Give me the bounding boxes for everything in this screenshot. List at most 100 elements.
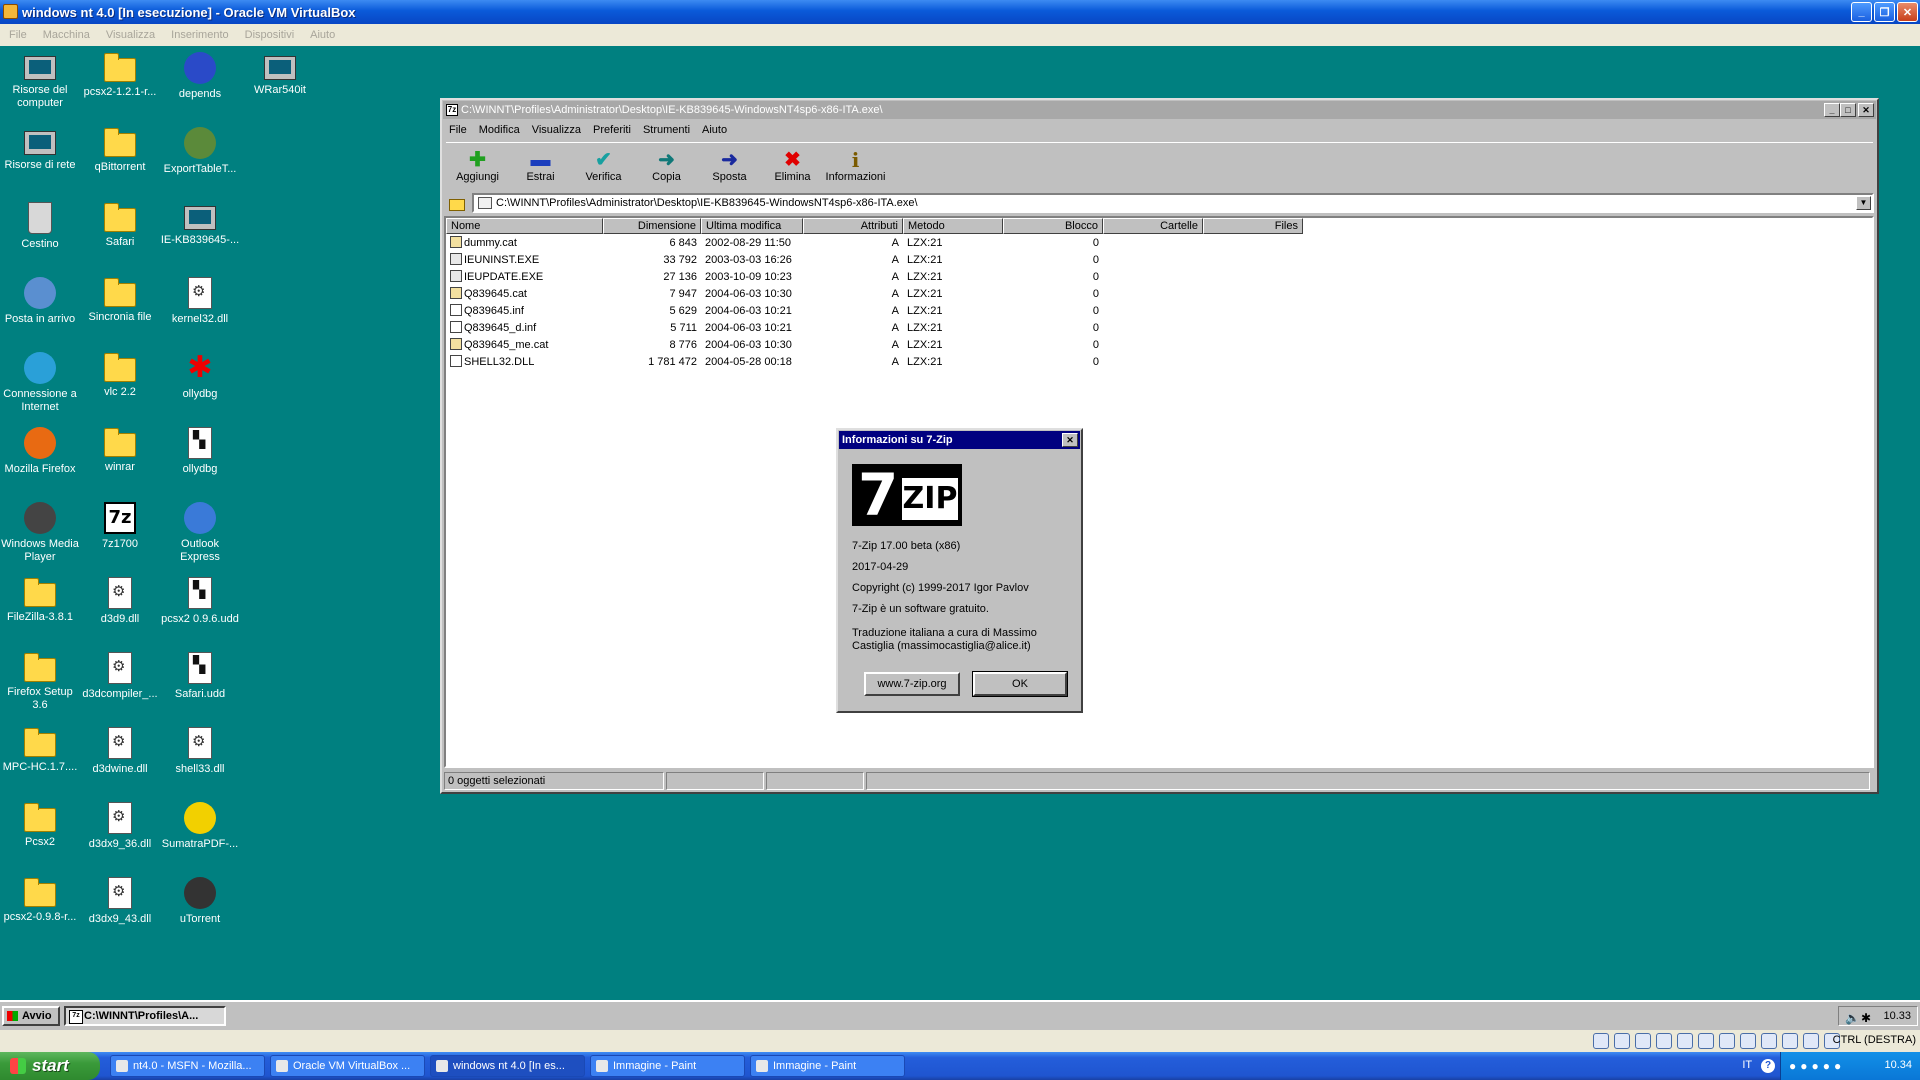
desktop-icon[interactable]: IE-KB839645-... <box>160 202 240 247</box>
host-task-vm-window[interactable]: windows nt 4.0 [In es... <box>430 1055 585 1077</box>
menu-tools[interactable]: Strumenti <box>637 124 696 136</box>
column-method[interactable]: Metodo <box>903 218 1003 234</box>
desktop-icon[interactable]: d3dcompiler_... <box>80 652 160 701</box>
display-icon[interactable] <box>1740 1033 1756 1049</box>
host-menu-view[interactable]: Visualizza <box>98 29 163 41</box>
desktop-icon[interactable]: pcsx2 0.9.6.udd <box>160 577 240 626</box>
menu-favorites[interactable]: Preferiti <box>587 124 637 136</box>
desktop-icon[interactable]: Posta in arrivo <box>0 277 80 326</box>
desktop-icon[interactable]: MPC-HC.1.7.... <box>0 727 80 774</box>
toolbar-copia-button[interactable]: ➜ Copia <box>635 143 698 192</box>
folder-up-icon[interactable] <box>446 194 466 212</box>
about-7zip-dialog[interactable]: Informazioni su 7-Zip ✕ 7 ZIP 7-Zip 17.0… <box>836 428 1083 713</box>
network-adapter-icon[interactable] <box>1677 1033 1693 1049</box>
file-row[interactable]: IEUPDATE.EXE 27 136 2003-10-09 10:23 A LZX:2… <box>446 268 1872 285</box>
7zip-maximize-button[interactable]: □ <box>1840 103 1856 117</box>
desktop-icon[interactable]: Windows Media Player <box>0 502 80 564</box>
desktop-icon[interactable]: Mozilla Firefox <box>0 427 80 476</box>
address-combo[interactable]: C:\WINNT\Profiles\Administrator\Desktop\… <box>472 193 1874 213</box>
desktop-icon[interactable]: FileZilla-3.8.1 <box>0 577 80 624</box>
desktop-icon[interactable]: Risorse del computer <box>0 52 80 110</box>
optical-drive-icon[interactable] <box>1614 1033 1630 1049</box>
desktop-icon[interactable]: d3dwine.dll <box>80 727 160 776</box>
host-menu-machine[interactable]: Macchina <box>35 29 98 41</box>
column-attributes[interactable]: Attributi <box>803 218 903 234</box>
desktop-icon[interactable]: shell33.dll <box>160 727 240 776</box>
desktop-icon[interactable]: WRar540it <box>240 52 320 97</box>
desktop-icon[interactable]: Safari <box>80 202 160 249</box>
toolbar-verifica-button[interactable]: ✔ Verifica <box>572 143 635 192</box>
desktop-icon[interactable]: ollydbg <box>160 427 240 476</box>
7zip-window[interactable]: 7z C:\WINNT\Profiles\Administrator\Deskt… <box>440 98 1879 794</box>
toolbar-sposta-button[interactable]: ➜ Sposta <box>698 143 761 192</box>
column-size[interactable]: Dimensione <box>603 218 701 234</box>
file-row[interactable]: dummy.cat 6 843 2002-08-29 11:50 A LZX:21 0 <box>446 234 1872 251</box>
menu-file[interactable]: File <box>443 124 473 136</box>
desktop-icon[interactable]: Cestino <box>0 202 80 251</box>
toolbar-estrai-button[interactable]: ▬ Estrai <box>509 143 572 192</box>
desktop-icon[interactable]: depends <box>160 52 240 101</box>
desktop-icon[interactable]: d3dx9_43.dll <box>80 877 160 926</box>
guest-task-7zip[interactable]: C:\WINNT\Profiles\A... <box>64 1006 226 1026</box>
toolbar-informazioni-button[interactable]: i Informazioni <box>824 143 887 192</box>
desktop-icon[interactable]: pcsx2-1.2.1-r... <box>80 52 160 99</box>
desktop-icon[interactable]: Connessione a Internet <box>0 352 80 414</box>
toolbar-elimina-button[interactable]: ✖ Elimina <box>761 143 824 192</box>
host-title-bar[interactable]: windows nt 4.0 [In esecuzione] - Oracle … <box>0 0 1920 24</box>
address-dropdown-button[interactable]: ▼ <box>1856 196 1871 210</box>
host-task-virtualbox-manager[interactable]: Oracle VM VirtualBox ... <box>270 1055 425 1077</box>
xp-start-button[interactable]: start <box>0 1052 100 1080</box>
network-tray-icon[interactable]: ✱ <box>1861 1009 1871 1027</box>
shared-folders-icon[interactable] <box>1719 1033 1735 1049</box>
file-row[interactable]: IEUNINST.EXE 33 792 2003-03-03 16:26 A LZX:2… <box>446 251 1872 268</box>
desktop-icon[interactable]: Safari.udd <box>160 652 240 701</box>
desktop-icon[interactable]: SumatraPDF-... <box>160 802 240 851</box>
virtualization-icon[interactable] <box>1782 1033 1798 1049</box>
floppy-icon[interactable] <box>1635 1033 1651 1049</box>
desktop-icon[interactable]: kernel32.dll <box>160 277 240 326</box>
desktop-icon[interactable]: Outlook Express <box>160 502 240 564</box>
column-name[interactable]: Nome <box>446 218 603 234</box>
desktop-icon[interactable]: d3dx9_36.dll <box>80 802 160 851</box>
host-menu-input[interactable]: Inserimento <box>163 29 236 41</box>
desktop-icon[interactable]: Risorse di rete <box>0 127 80 172</box>
column-folders[interactable]: Cartelle <box>1103 218 1203 234</box>
menu-edit[interactable]: Modifica <box>473 124 526 136</box>
desktop-icon[interactable]: Pcsx2 <box>0 802 80 849</box>
desktop-icon[interactable]: winrar <box>80 427 160 474</box>
file-row[interactable]: Q839645_d.inf 5 711 2004-06-03 10:21 A LZX:2… <box>446 319 1872 336</box>
guest-start-button[interactable]: Avvio <box>2 1006 60 1026</box>
toolbar-aggiungi-button[interactable]: ✚ Aggiungi <box>446 143 509 192</box>
7zip-title-bar[interactable]: 7z C:\WINNT\Profiles\Administrator\Deskt… <box>443 101 1876 119</box>
desktop-icon[interactable]: qBittorrent <box>80 127 160 174</box>
video-capture-icon[interactable] <box>1761 1033 1777 1049</box>
desktop-icon[interactable]: ✱ ollydbg <box>160 352 240 401</box>
language-bar[interactable]: IT ? <box>1742 1059 1775 1073</box>
ok-button[interactable]: OK <box>972 671 1068 697</box>
desktop-icon[interactable]: pcsx2-0.9.8-r... <box>0 877 80 924</box>
file-list[interactable]: Nome Dimensione Ultima modifica Attribut… <box>444 216 1874 768</box>
about-close-button[interactable]: ✕ <box>1062 433 1078 447</box>
desktop-icon[interactable]: d3d9.dll <box>80 577 160 626</box>
hard-disk-icon[interactable] <box>1593 1033 1609 1049</box>
host-menu-devices[interactable]: Dispositivi <box>237 29 303 41</box>
host-maximize-button[interactable]: ❐ <box>1874 2 1895 22</box>
host-task-paint-2[interactable]: Immagine - Paint <box>750 1055 905 1077</box>
host-close-button[interactable]: ✕ <box>1897 2 1918 22</box>
speaker-icon[interactable]: 🔈 <box>1845 1009 1860 1027</box>
help-icon[interactable]: ? <box>1761 1059 1775 1073</box>
host-minimize-button[interactable]: _ <box>1851 2 1872 22</box>
column-files[interactable]: Files <box>1203 218 1303 234</box>
column-modified[interactable]: Ultima modifica <box>701 218 803 234</box>
host-task-paint-1[interactable]: Immagine - Paint <box>590 1055 745 1077</box>
column-block[interactable]: Blocco <box>1003 218 1103 234</box>
file-row[interactable]: Q839645.inf 5 629 2004-06-03 10:21 A LZX:21 0 <box>446 302 1872 319</box>
desktop-icon[interactable]: vlc 2.2 <box>80 352 160 399</box>
host-task-firefox[interactable]: nt4.0 - MSFN - Mozilla... <box>110 1055 265 1077</box>
website-button[interactable]: www.7-zip.org <box>864 672 960 696</box>
about-dialog-title-bar[interactable]: Informazioni su 7-Zip ✕ <box>839 431 1080 449</box>
file-row[interactable]: Q839645.cat 7 947 2004-06-03 10:30 A LZX:21 0 <box>446 285 1872 302</box>
menu-help[interactable]: Aiuto <box>696 124 733 136</box>
desktop-icon[interactable]: uTorrent <box>160 877 240 926</box>
desktop-icon[interactable]: Firefox Setup 3.6 <box>0 652 80 712</box>
